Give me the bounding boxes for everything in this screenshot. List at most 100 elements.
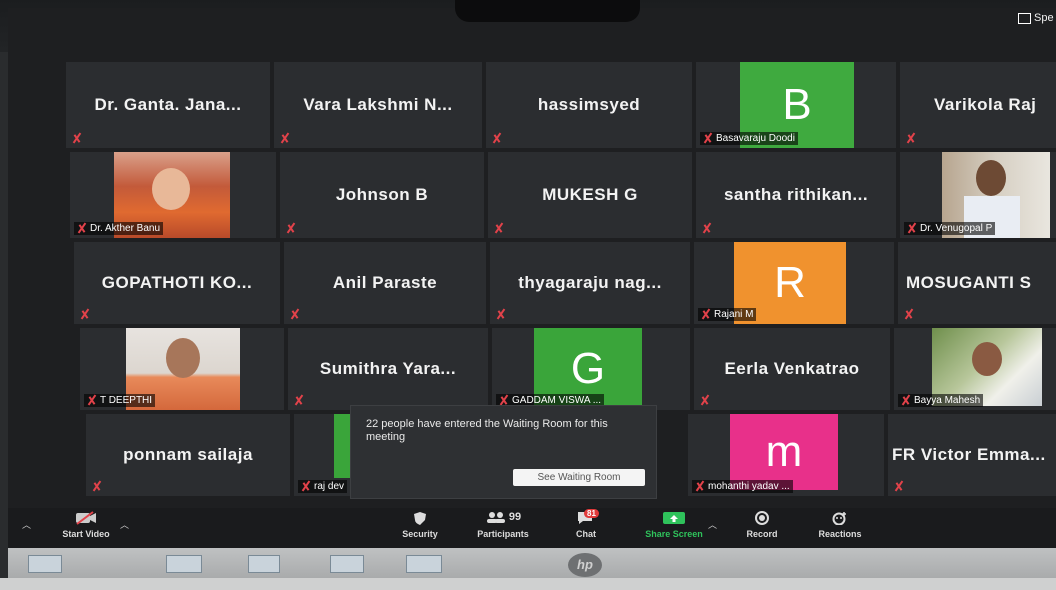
muted-mic-icon <box>286 223 296 233</box>
security-button[interactable]: Security <box>392 511 448 539</box>
participant-label: Dr. Venugopal P <box>904 222 996 235</box>
waiting-room-message: 22 people have entered the Waiting Room … <box>366 418 608 443</box>
muted-mic-icon <box>301 481 311 491</box>
record-button[interactable]: Record <box>734 511 790 539</box>
participant-tile[interactable]: m mohanthi yadav ... <box>688 414 884 496</box>
muted-mic-icon <box>92 481 102 491</box>
participant-tile[interactable]: hassimsyed <box>486 62 692 148</box>
muted-mic-icon <box>907 223 917 233</box>
waiting-room-notification: 22 people have entered the Waiting Room … <box>350 405 657 499</box>
participant-name: MOSUGANTI S <box>906 273 1032 292</box>
participant-tile[interactable]: santha rithikan... <box>696 152 896 238</box>
participant-tile[interactable]: thyagaraju nag... <box>490 242 690 324</box>
participant-tile[interactable]: Dr. Ganta. Jana... <box>66 62 270 148</box>
shield-icon <box>414 512 426 525</box>
taskbar-app-icon[interactable] <box>28 555 62 573</box>
participant-name: Varikola Raj <box>934 95 1037 114</box>
participant-tile[interactable]: Eerla Venkatrao <box>694 328 890 410</box>
participant-avatar: m <box>730 414 838 490</box>
muted-mic-icon <box>701 309 711 319</box>
chat-button[interactable]: 81 Chat <box>564 509 608 539</box>
pin-icon[interactable] <box>106 555 122 571</box>
muted-mic-icon <box>894 481 904 491</box>
taskbar-app-icon[interactable] <box>406 555 442 573</box>
participants-icon <box>486 512 505 523</box>
participant-tile[interactable]: Johnson B <box>280 152 484 238</box>
taskbar-app-icon[interactable] <box>248 555 280 573</box>
face-shape <box>972 342 1002 376</box>
participants-count: 99 <box>508 511 522 523</box>
participant-name: Vara Lakshmi N... <box>303 95 453 114</box>
participant-name: Eerla Venkatrao <box>724 359 860 378</box>
monitor-chin <box>0 578 1056 590</box>
taskbar-app-icon[interactable] <box>166 555 202 573</box>
muted-mic-icon <box>87 395 97 405</box>
muted-mic-icon <box>294 395 304 405</box>
start-video-button[interactable]: Start Video <box>54 511 118 539</box>
video-options-caret[interactable]: ︿ <box>120 518 129 531</box>
participant-tile[interactable]: FR Victor Emma... <box>888 414 1056 496</box>
video-off-icon <box>76 511 96 525</box>
record-icon <box>755 511 769 525</box>
share-screen-button[interactable]: Share Screen <box>636 511 712 539</box>
chat-unread-badge: 81 <box>584 509 599 518</box>
participant-name: GOPATHOTI KO... <box>101 273 253 292</box>
face-shape <box>166 338 200 378</box>
participant-tile[interactable]: Bayya Mahesh <box>894 328 1056 410</box>
muted-mic-icon <box>499 395 509 405</box>
participant-name: hassimsyed <box>537 95 641 114</box>
muted-mic-icon <box>72 133 82 143</box>
taskbar-app-icon[interactable] <box>330 555 364 573</box>
participant-label: Rajani M <box>698 308 757 321</box>
participant-tile[interactable]: Varikola Raj <box>900 62 1056 148</box>
participant-tile[interactable]: MUKESH G <box>488 152 692 238</box>
participant-tile[interactable]: Anil Paraste <box>284 242 486 324</box>
participant-tile[interactable]: Dr. Venugopal P <box>900 152 1056 238</box>
participant-tile[interactable]: GOPATHOTI KO... <box>74 242 280 324</box>
participant-name: Anil Paraste <box>332 273 438 292</box>
share-screen-icon <box>663 512 685 524</box>
participant-tile[interactable]: T DEEPTHI <box>80 328 284 410</box>
participant-label: raj dev <box>298 480 348 493</box>
windows-taskbar <box>8 548 1056 578</box>
participant-label: T DEEPTHI <box>84 394 156 407</box>
hp-logo: hp <box>568 553 602 577</box>
participant-tile[interactable]: ponnam sailaja <box>86 414 290 496</box>
participant-name: Johnson B <box>335 185 429 204</box>
participant-tile[interactable]: Vara Lakshmi N... <box>274 62 482 148</box>
participant-name: MUKESH G <box>542 185 638 204</box>
webcam-housing <box>455 0 640 22</box>
participant-tile[interactable]: MOSUGANTI S <box>898 242 1056 324</box>
participant-tile[interactable]: R Rajani M <box>694 242 894 324</box>
face-shape <box>976 160 1006 196</box>
participant-name: santha rithikan... <box>723 185 869 204</box>
muted-mic-icon <box>700 395 710 405</box>
participant-label: Basavaraju Doodi <box>700 132 798 145</box>
participant-label: Bayya Mahesh <box>898 394 984 407</box>
muted-mic-icon <box>494 223 504 233</box>
participant-tile[interactable]: Dr. Akther Banu <box>70 152 276 238</box>
share-options-caret[interactable]: ︿ <box>708 518 717 531</box>
see-waiting-room-button[interactable]: See Waiting Room <box>513 469 645 486</box>
reactions-button[interactable]: Reactions <box>808 511 872 539</box>
participants-button[interactable]: 99 Participants <box>466 511 540 539</box>
muted-mic-icon <box>702 223 712 233</box>
grid-view-icon <box>1018 12 1031 24</box>
audio-options-caret[interactable]: ︿ <box>22 518 31 531</box>
participant-label: mohanthi yadav ... <box>692 480 793 493</box>
muted-mic-icon <box>77 223 87 233</box>
reactions-icon <box>832 512 846 525</box>
participant-tile[interactable]: B Basavaraju Doodi <box>696 62 896 148</box>
face-shape <box>152 168 190 210</box>
muted-mic-icon <box>80 309 90 319</box>
muted-mic-icon <box>695 481 705 491</box>
participant-name: Sumithra Yara... <box>319 359 457 378</box>
muted-mic-icon <box>496 309 506 319</box>
participant-tile[interactable]: G GADDAM VISWA ... <box>492 328 690 410</box>
speaker-view-toggle[interactable]: Spe <box>1018 12 1054 24</box>
participant-name: ponnam sailaja <box>123 445 253 464</box>
participant-tile[interactable]: Sumithra Yara... <box>288 328 488 410</box>
participant-name: FR Victor Emma... <box>892 445 1046 464</box>
participant-tile[interactable]: raj dev <box>294 414 354 496</box>
meeting-toolbar: ︿ Start Video ︿ Security 99 Participants… <box>8 508 1056 548</box>
